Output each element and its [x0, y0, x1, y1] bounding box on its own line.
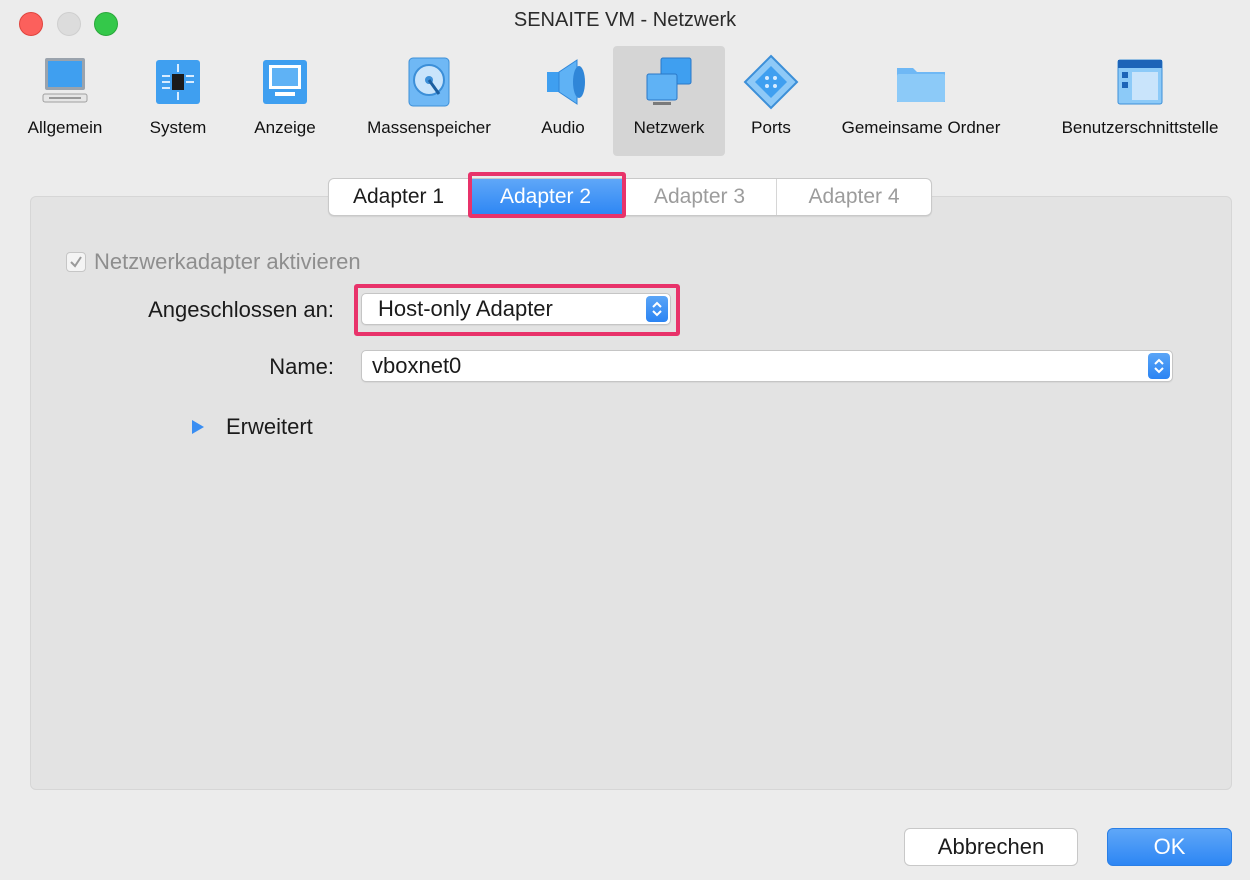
- enable-adapter-label: Netzwerkadapter aktivieren: [94, 249, 361, 274]
- name-stepper-icon[interactable]: [1148, 353, 1170, 379]
- enable-adapter-checkbox-row[interactable]: Netzwerkadapter aktivieren: [66, 248, 361, 276]
- user-interface-icon: [1117, 59, 1163, 105]
- name-label: Name:: [269, 354, 334, 379]
- advanced-disclosure[interactable]: Erweitert: [190, 414, 313, 440]
- computer-icon: [42, 58, 88, 103]
- toolbar-item-massenspeicher[interactable]: Massenspeicher: [346, 46, 512, 156]
- tab-adapter-1[interactable]: Adapter 1: [329, 179, 469, 215]
- enable-adapter-checkbox[interactable]: [66, 252, 86, 272]
- highlight-frame-attached-to: [354, 284, 680, 336]
- window-title: SENAITE VM - Netzwerk: [513, 9, 737, 31]
- toolbar-item-ports[interactable]: Ports: [736, 46, 806, 156]
- toolbar-item-system[interactable]: System: [132, 46, 224, 156]
- name-value: vboxnet0: [372, 353, 462, 378]
- title-bar: SENAITE VM - Netzwerk: [0, 0, 1250, 44]
- network-icon: [646, 57, 692, 105]
- toolbar-item-allgemein[interactable]: Allgemein: [12, 46, 118, 156]
- tab-adapter-4[interactable]: Adapter 4: [777, 179, 931, 215]
- checkmark-icon: [70, 256, 82, 268]
- chip-icon: [156, 60, 200, 104]
- adapter-tabs: Adapter 1 Adapter 2 Adapter 3 Adapter 4: [328, 178, 932, 216]
- toolbar-item-benutzerschnittstelle[interactable]: Benutzerschnittstelle: [1040, 46, 1240, 156]
- monitor-icon: [263, 60, 307, 104]
- cancel-button[interactable]: Abbrechen: [904, 828, 1078, 866]
- attached-to-label: Angeschlossen an:: [148, 297, 334, 322]
- serial-port-icon: [743, 54, 799, 110]
- hard-disk-icon: [408, 57, 450, 107]
- highlight-frame-adapter-2: [468, 172, 626, 218]
- settings-toolbar: Allgemein System Anzeige Massenspeicher …: [0, 46, 1250, 156]
- disclosure-triangle-icon[interactable]: [190, 419, 206, 435]
- speaker-icon: [547, 59, 585, 105]
- advanced-label: Erweitert: [226, 414, 313, 439]
- name-select[interactable]: vboxnet0: [361, 350, 1173, 382]
- tab-adapter-3[interactable]: Adapter 3: [623, 179, 777, 215]
- ok-button[interactable]: OK: [1107, 828, 1232, 866]
- toolbar-item-gemeinsame-ordner[interactable]: Gemeinsame Ordner: [818, 46, 1024, 156]
- toolbar-item-anzeige[interactable]: Anzeige: [238, 46, 332, 156]
- toolbar-item-netzwerk[interactable]: Netzwerk: [613, 46, 725, 156]
- toolbar-item-audio[interactable]: Audio: [524, 46, 602, 156]
- folder-icon: [897, 68, 945, 102]
